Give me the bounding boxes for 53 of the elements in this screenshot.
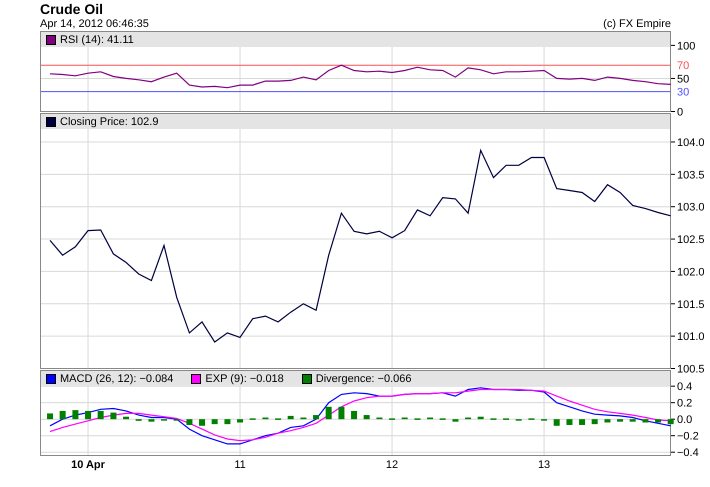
legend-label: Divergence: −0.066 [316,372,412,384]
y-axis-label: 100 [677,40,696,52]
divergence-bar [123,416,130,420]
legend-label: MACD (26, 12): −0.084 [60,372,174,384]
divergence-bar [554,419,560,426]
divergence-bar [630,419,636,422]
divergence-bar [212,419,218,424]
divergence-bar [224,419,230,424]
x-axis-label: 13 [538,459,550,471]
copyright-credit: (c) FX Empire [603,18,671,30]
divergence-bar [326,406,332,420]
y-axis-label: 103.5 [677,169,705,182]
divergence-bar [452,419,458,422]
divergence-bar [237,419,244,422]
legend-label: RSI (14): 41.11 [60,34,134,46]
y-axis-label: 0 [677,106,684,118]
divergence-bar [642,419,648,422]
legend-label: EXP (9): −0.018 [205,372,284,384]
divergence-bar [579,419,586,425]
y-axis-label: 50 [677,73,690,86]
divergence-bar [655,419,662,422]
y-axis-label: 101.5 [677,298,705,311]
divergence-bar [592,419,598,424]
y-axis-label: 100.5 [677,364,705,376]
timestamp: Apr 14, 2012 06:46:35 [40,18,149,30]
divergence-bar [617,419,624,422]
y-axis-label: −0.4 [677,447,699,460]
divergence-bar [199,419,206,426]
legend-label: Closing Price: 102.9 [60,116,158,128]
x-axis-label: 10 Apr [71,459,105,471]
divergence-bar [364,415,370,420]
divergence-bar [604,419,610,422]
divergence-bar [668,419,674,424]
divergence-bar [186,419,192,425]
chart-title: Crude Oil [40,0,104,18]
x-axis-label: 12 [386,459,398,471]
y-axis-label: −0.2 [677,430,699,443]
divergence-bar [478,416,484,420]
y-axis-label: 102.0 [677,266,705,278]
y-axis-label: 103.0 [677,202,705,214]
y-axis-label: 0.0 [677,414,692,426]
reference-label: 30 [677,86,690,99]
y-axis-label: 104.0 [677,136,705,149]
y-axis-label: 0.4 [677,381,692,394]
y-axis-label: 101.0 [677,331,705,344]
divergence-bar [288,416,294,420]
reference-label: 70 [677,60,690,72]
y-axis-label: 102.5 [677,234,705,246]
divergence-bar [566,419,572,425]
x-axis-label: 11 [234,459,246,471]
divergence-bar [313,415,320,420]
divergence-bar [148,419,154,422]
y-axis-label: 0.2 [677,398,692,410]
